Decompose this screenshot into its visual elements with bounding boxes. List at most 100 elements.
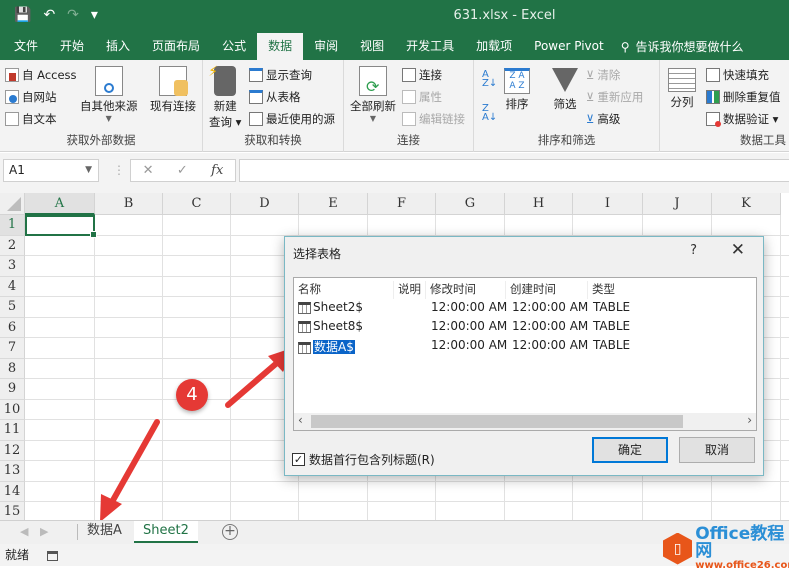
row-header-10[interactable]: 10: [0, 399, 25, 420]
row-header-14[interactable]: 14: [0, 481, 25, 502]
row-header-9[interactable]: 9: [0, 379, 25, 400]
scroll-left-icon[interactable]: ‹: [298, 413, 303, 427]
tab-file[interactable]: 文件: [0, 33, 49, 60]
show-queries-button[interactable]: 显示查询: [249, 67, 312, 83]
row-header-13[interactable]: 13: [0, 461, 25, 482]
table-row[interactable]: Sheet8$ 12:00:00 AM 12:00:00 AM TABLE: [294, 318, 756, 337]
flash-fill-button[interactable]: 快速填充: [706, 67, 769, 83]
from-table-button[interactable]: 从表格: [249, 89, 301, 105]
column-header-g[interactable]: G: [436, 193, 505, 215]
formula-bar-grip[interactable]: ⋮: [113, 163, 125, 177]
row-header-4[interactable]: 4: [0, 276, 25, 297]
edit-links-button[interactable]: 编辑链接: [402, 111, 465, 127]
tab-view[interactable]: 视图: [349, 33, 395, 60]
row-header-15[interactable]: 15: [0, 502, 25, 520]
sort-button[interactable]: Z AA Z 排序: [504, 68, 530, 112]
table-row[interactable]: Sheet2$ 12:00:00 AM 12:00:00 AM TABLE: [294, 299, 756, 318]
data-validation-button[interactable]: 数据验证 ▾: [706, 111, 778, 127]
prev-sheet-icon[interactable]: ◀: [20, 525, 28, 538]
column-header-created[interactable]: 创建时间: [506, 281, 588, 299]
from-text-button[interactable]: 自文本: [5, 111, 57, 127]
advanced-filter-button[interactable]: ⊻ 高级: [586, 111, 620, 127]
column-header-c[interactable]: C: [163, 193, 231, 215]
new-query-button[interactable]: ⚡ 新建 查询 ▾: [208, 64, 241, 130]
tab-addins[interactable]: 加载项: [465, 33, 523, 60]
row-header-6[interactable]: 6: [0, 317, 25, 338]
enter-icon[interactable]: ✓: [177, 163, 188, 178]
macro-record-icon[interactable]: [46, 550, 58, 561]
cancel-icon[interactable]: ✕: [143, 163, 154, 178]
insert-function-icon[interactable]: fx: [211, 163, 223, 178]
row-header-12[interactable]: 12: [0, 440, 25, 461]
filter-button[interactable]: 筛选: [552, 68, 578, 112]
column-header-type[interactable]: 类型: [588, 281, 668, 299]
tab-insert[interactable]: 插入: [95, 33, 141, 60]
from-access-button[interactable]: 自 Access: [5, 67, 77, 83]
sheet-tab-sheet2[interactable]: Sheet2: [134, 521, 198, 543]
column-header-modified[interactable]: 修改时间: [426, 281, 506, 299]
from-web-button[interactable]: 自网站: [5, 89, 57, 105]
row-header-3[interactable]: 3: [0, 256, 25, 277]
cancel-button[interactable]: 取消: [679, 437, 755, 463]
tab-review[interactable]: 审阅: [303, 33, 349, 60]
table-list[interactable]: 名称 说明 修改时间 创建时间 类型 Sheet2$ 12:00:00 AM 1…: [293, 277, 757, 431]
row-header-1[interactable]: 1: [0, 215, 25, 236]
column-header-f[interactable]: F: [368, 193, 436, 215]
checkmark-icon[interactable]: ✓: [292, 453, 305, 466]
scroll-right-icon[interactable]: ›: [747, 413, 752, 427]
column-header-j[interactable]: J: [643, 193, 712, 215]
tab-home[interactable]: 开始: [49, 33, 95, 60]
column-header-name[interactable]: 名称: [294, 281, 394, 299]
row-header-11[interactable]: 11: [0, 420, 25, 441]
close-icon[interactable]: ✕: [731, 240, 745, 260]
row-header-7[interactable]: 7: [0, 338, 25, 359]
row-created: 12:00:00 AM: [512, 319, 589, 333]
next-sheet-icon[interactable]: ▶: [40, 525, 48, 538]
header-row-checkbox[interactable]: ✓ 数据首行包含列标题(R): [292, 451, 435, 468]
scrollbar-thumb[interactable]: [311, 415, 683, 428]
horizontal-scrollbar[interactable]: ‹ ›: [294, 413, 756, 430]
column-header-e[interactable]: E: [299, 193, 368, 215]
column-header-h[interactable]: H: [505, 193, 573, 215]
row-header-8[interactable]: 8: [0, 358, 25, 379]
tab-page-layout[interactable]: 页面布局: [141, 33, 211, 60]
add-sheet-icon[interactable]: +: [222, 524, 238, 540]
recent-sources-button[interactable]: 最近使用的源: [249, 111, 335, 127]
tab-data[interactable]: 数据: [257, 33, 304, 60]
active-cell[interactable]: [25, 215, 97, 238]
new-query-icon: ⚡: [208, 64, 237, 96]
column-header-k[interactable]: K: [712, 193, 781, 215]
watermark-title: Office教程网: [695, 524, 785, 561]
row-header-2[interactable]: 2: [0, 235, 25, 256]
tab-developer[interactable]: 开发工具: [395, 33, 465, 60]
connections-button[interactable]: 连接: [402, 67, 442, 83]
column-header-description[interactable]: 说明: [394, 281, 426, 299]
from-other-sources-button[interactable]: 自其他来源 ▼: [80, 66, 138, 123]
column-header-b[interactable]: B: [95, 193, 163, 215]
reapply-button[interactable]: ⊻ 重新应用: [586, 89, 643, 105]
formula-input[interactable]: [239, 159, 789, 182]
name-box[interactable]: A1 ▼: [3, 159, 99, 182]
column-header-a[interactable]: A: [25, 193, 95, 215]
refresh-all-button[interactable]: ⟳ 全部刷新 ▼: [350, 66, 396, 123]
help-icon[interactable]: ?: [690, 243, 697, 258]
text-to-columns-button[interactable]: 分列: [668, 68, 696, 110]
tab-power-pivot[interactable]: Power Pivot: [523, 33, 615, 60]
tell-me-box[interactable]: ⚲ 告诉我你想要做什么: [621, 34, 744, 60]
ok-button[interactable]: 确定: [592, 437, 668, 463]
clear-filter-button[interactable]: ⊻ 清除: [586, 67, 620, 83]
table-row-selected[interactable]: 数据A$ 12:00:00 AM 12:00:00 AM TABLE: [294, 337, 756, 356]
sort-ascending-button[interactable]: A Z↓: [482, 70, 497, 89]
row-header-5[interactable]: 5: [0, 297, 25, 318]
group-label: 排序和筛选: [537, 133, 596, 147]
properties-button[interactable]: 属性: [402, 89, 442, 105]
show-queries-icon: [249, 68, 263, 82]
sheet-tab-data-a[interactable]: 数据A: [78, 521, 131, 543]
column-header-d[interactable]: D: [231, 193, 299, 215]
existing-connections-button[interactable]: 现有连接: [150, 66, 196, 114]
tab-formulas[interactable]: 公式: [211, 33, 257, 60]
column-header-i[interactable]: I: [573, 193, 643, 215]
select-all-button[interactable]: [0, 193, 25, 215]
sort-descending-button[interactable]: Z A↓: [482, 104, 497, 123]
remove-duplicates-button[interactable]: 删除重复值: [706, 89, 781, 105]
